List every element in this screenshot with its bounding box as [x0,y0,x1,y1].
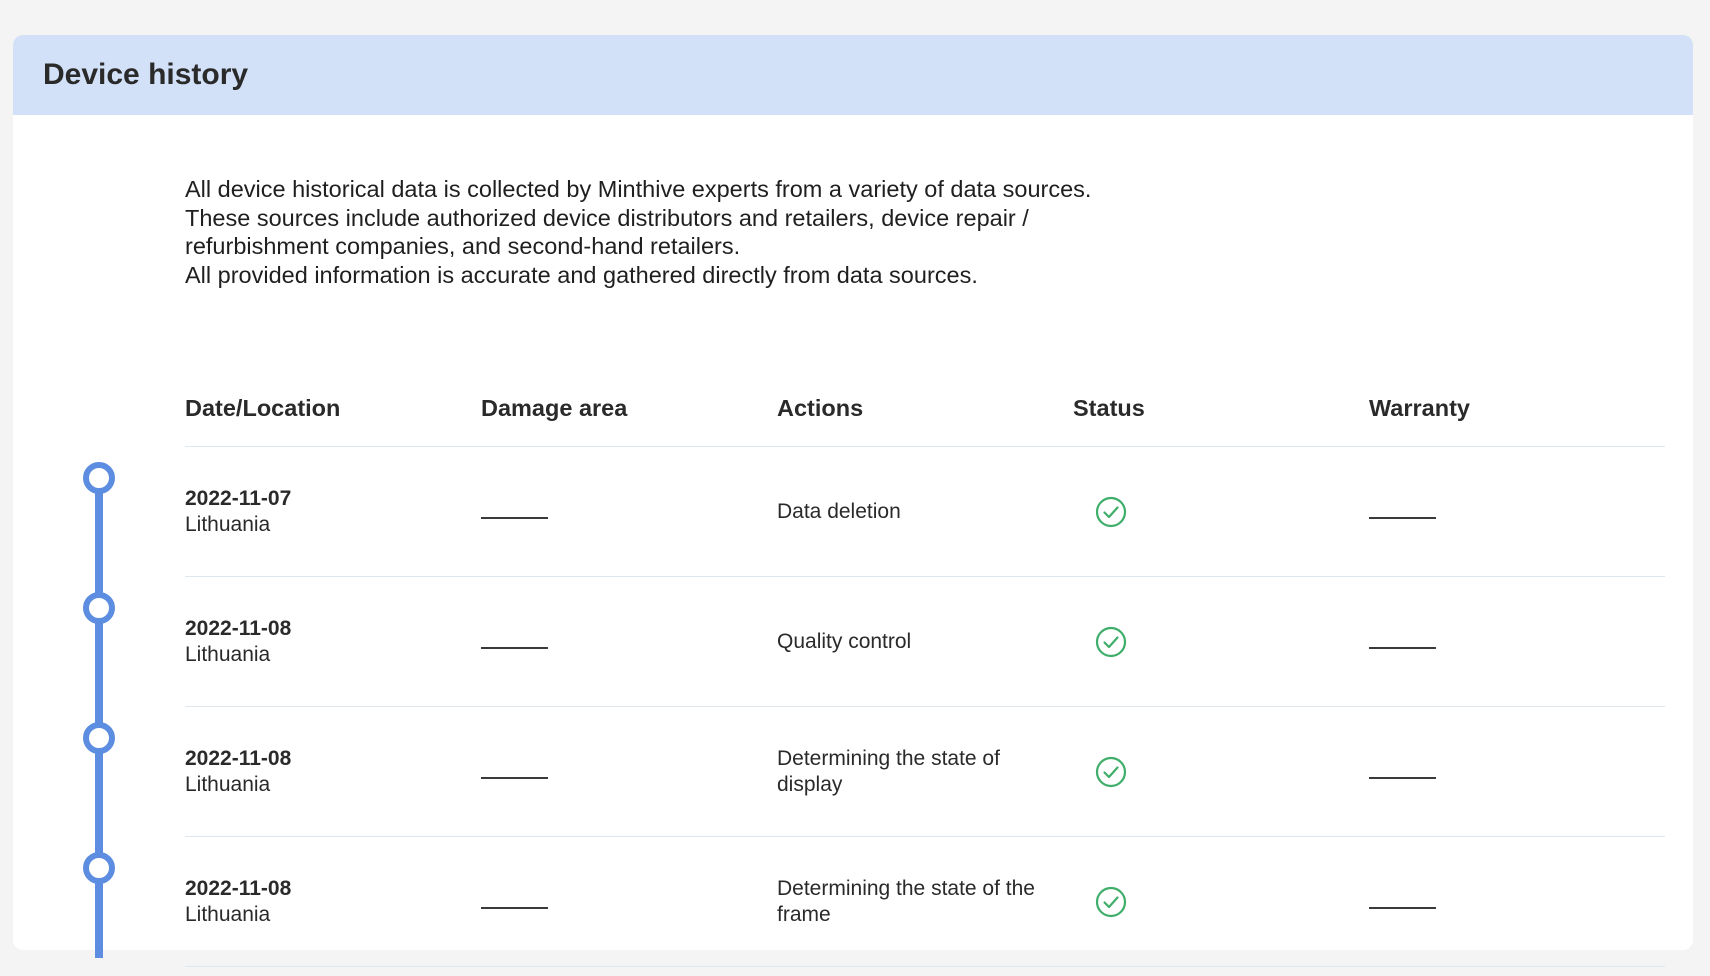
column-header-actions: Actions [777,395,864,421]
damage-area-cell [481,707,548,836]
row-date: 2022-11-07 [185,486,292,510]
column-header-status: Status [1073,395,1145,421]
date-location-cell: 2022-11-08 Lithuania [185,707,291,836]
history-table-body: 2022-11-07 Lithuania Data deletion 2022-… [185,447,1665,967]
column-header-date-location: Date/Location [185,395,341,421]
section-title: Device history [43,58,249,91]
warranty-cell [1369,707,1436,836]
empty-dash [481,776,548,779]
check-circle-icon [1095,626,1127,657]
timeline-line [95,478,103,958]
status-cell [1073,837,1149,966]
actions-cell: Quality control [777,577,1037,706]
empty-dash [1369,646,1436,649]
actions-cell: Data deletion [777,447,1037,576]
intro-text: All device historical data is collected … [185,175,1105,289]
check-circle-icon [1095,756,1127,787]
damage-area-cell [481,447,548,576]
warranty-cell [1369,447,1436,576]
row-location: Lithuania [185,642,271,666]
empty-dash [1369,516,1436,519]
check-circle-icon [1095,496,1127,527]
row-location: Lithuania [185,902,271,926]
row-action: Data deletion [777,499,901,523]
intro-paragraph: All provided information is accurate and… [185,261,978,288]
table-header: Date/Location Damage area Actions Status… [185,365,1665,447]
empty-dash [481,516,548,519]
column-header-warranty: Warranty [1369,395,1470,421]
status-cell [1073,447,1149,576]
empty-dash [481,906,548,909]
warranty-cell [1369,837,1436,966]
check-circle-icon [1095,886,1127,917]
empty-dash [481,646,548,649]
history-row: 2022-11-08 Lithuania Determining the sta… [185,837,1665,967]
date-location-cell: 2022-11-07 Lithuania [185,447,291,576]
row-date: 2022-11-08 [185,616,292,640]
damage-area-cell [481,577,548,706]
column-header-damage-area: Damage area [481,395,628,421]
actions-cell: Determining the state of the frame [777,837,1037,966]
actions-cell: Determining the state of display [777,707,1037,836]
intro-paragraph: All device historical data is collected … [185,176,1092,259]
warranty-cell [1369,577,1436,706]
row-date: 2022-11-08 [185,876,292,900]
date-location-cell: 2022-11-08 Lithuania [185,837,291,966]
row-action: Determining the state of display [777,746,1000,796]
damage-area-cell [481,837,548,966]
timeline-dot [83,462,115,494]
row-location: Lithuania [185,772,271,796]
row-location: Lithuania [185,512,271,536]
timeline-dot [83,592,115,624]
history-row: 2022-11-07 Lithuania Data deletion [185,447,1665,577]
empty-dash [1369,776,1436,779]
empty-dash [1369,906,1436,909]
row-action: Quality control [777,629,912,653]
timeline-dot [83,852,115,884]
card-header: Device history [13,35,1693,115]
history-row: 2022-11-08 Lithuania Quality control [185,577,1665,707]
row-action: Determining the state of the frame [777,876,1035,926]
history-row: 2022-11-08 Lithuania Determining the sta… [185,707,1665,837]
date-location-cell: 2022-11-08 Lithuania [185,577,291,706]
status-cell [1073,707,1149,836]
row-date: 2022-11-08 [185,746,292,770]
status-cell [1073,577,1149,706]
timeline-dot [83,722,115,754]
